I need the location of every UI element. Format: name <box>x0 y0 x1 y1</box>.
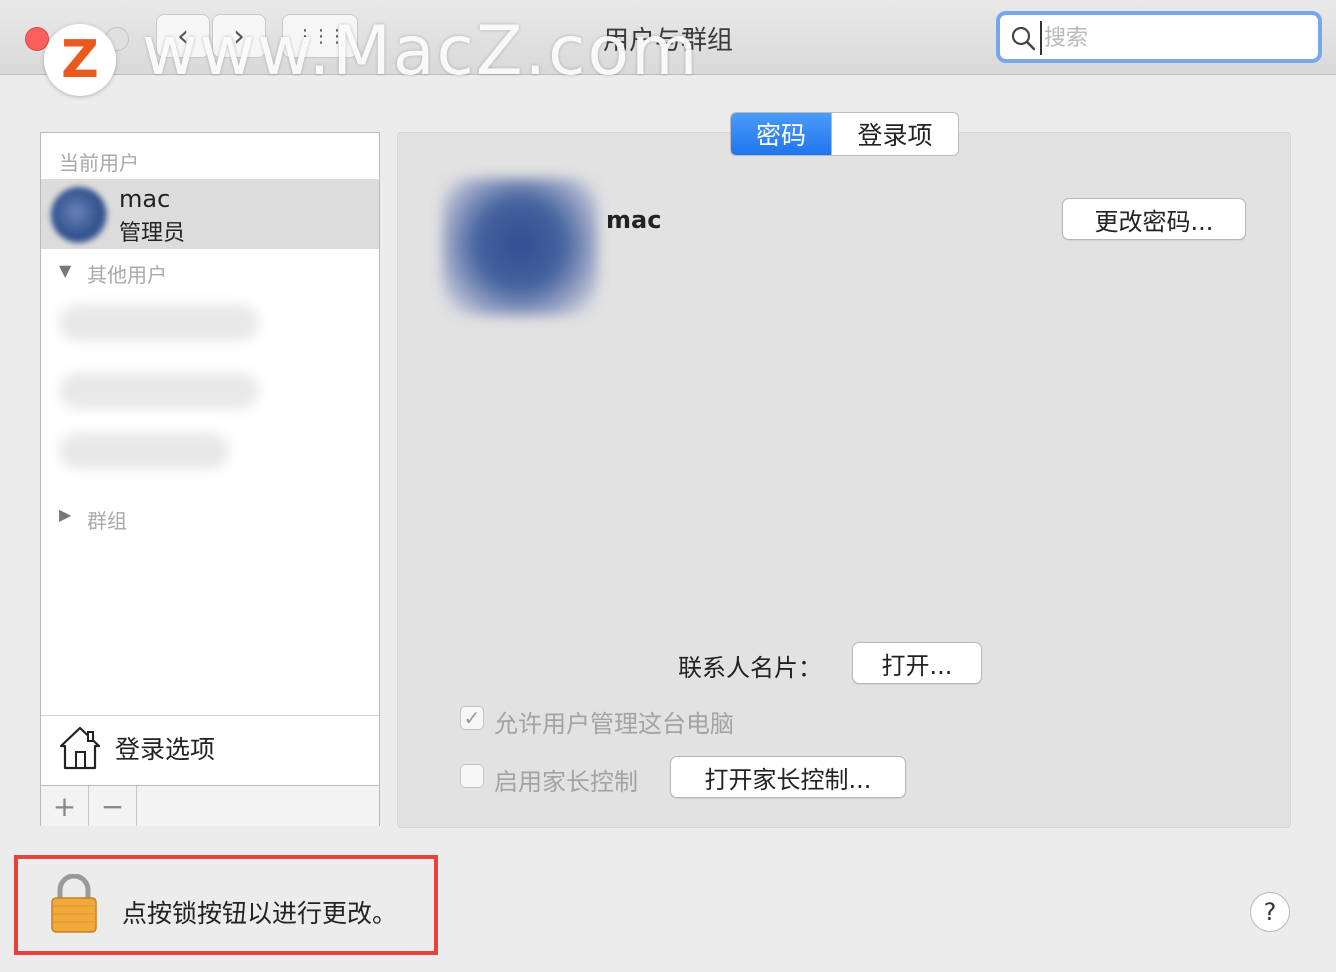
search-field[interactable] <box>996 11 1322 63</box>
lock-icon[interactable] <box>48 874 100 934</box>
parental-controls-checkbox[interactable] <box>460 764 484 788</box>
sidebar-toolbar: + − <box>41 785 379 826</box>
add-user-button[interactable]: + <box>41 786 89 826</box>
users-sidebar: 当前用户 mac 管理员 ▼ 其他用户 ▶ 群组 登录选项 + − <box>40 132 380 826</box>
checkmark-icon: ✓ <box>463 706 481 730</box>
avatar <box>51 187 107 243</box>
tab-bar: 密码 登录项 <box>730 112 959 156</box>
remove-user-button[interactable]: − <box>89 786 137 826</box>
watermark-text: www.MacZ.com <box>142 12 700 91</box>
login-options-item[interactable]: 登录选项 <box>41 715 379 785</box>
user-name: mac <box>119 185 171 213</box>
other-users-header: 其他用户 <box>87 263 167 287</box>
tab-password[interactable]: 密码 <box>731 113 831 155</box>
disclosure-triangle-right-icon[interactable]: ▶ <box>59 505 71 524</box>
open-parental-controls-button[interactable]: 打开家长控制... <box>670 756 906 798</box>
allow-admin-label: 允许用户管理这台电脑 <box>494 710 734 738</box>
list-item[interactable] <box>59 305 259 341</box>
user-role: 管理员 <box>119 221 186 246</box>
sidebar-item-current-user[interactable]: mac 管理员 <box>41 179 379 249</box>
disclosure-triangle-down-icon[interactable]: ▼ <box>59 261 71 280</box>
lock-message: 点按锁按钮以进行更改。 <box>122 899 398 928</box>
login-options-label: 登录选项 <box>115 735 216 764</box>
user-picture[interactable] <box>442 178 598 316</box>
list-item[interactable] <box>59 373 259 409</box>
list-item[interactable] <box>59 433 229 469</box>
current-users-header: 当前用户 <box>59 151 139 175</box>
tab-login-items[interactable]: 登录项 <box>831 113 958 155</box>
search-input[interactable] <box>1040 21 1316 55</box>
open-contact-card-button[interactable]: 打开... <box>852 642 982 684</box>
parental-controls-label: 启用家长控制 <box>494 768 638 796</box>
search-icon <box>1011 26 1036 51</box>
house-icon <box>59 726 101 770</box>
help-button[interactable]: ? <box>1250 892 1290 932</box>
change-password-button[interactable]: 更改密码... <box>1062 198 1246 240</box>
allow-admin-checkbox[interactable]: ✓ <box>460 706 484 730</box>
contact-card-label: 联系人名片： <box>678 654 822 682</box>
user-full-name: mac <box>606 206 662 234</box>
watermark-logo: Z <box>44 24 116 96</box>
groups-header: 群组 <box>87 509 127 533</box>
